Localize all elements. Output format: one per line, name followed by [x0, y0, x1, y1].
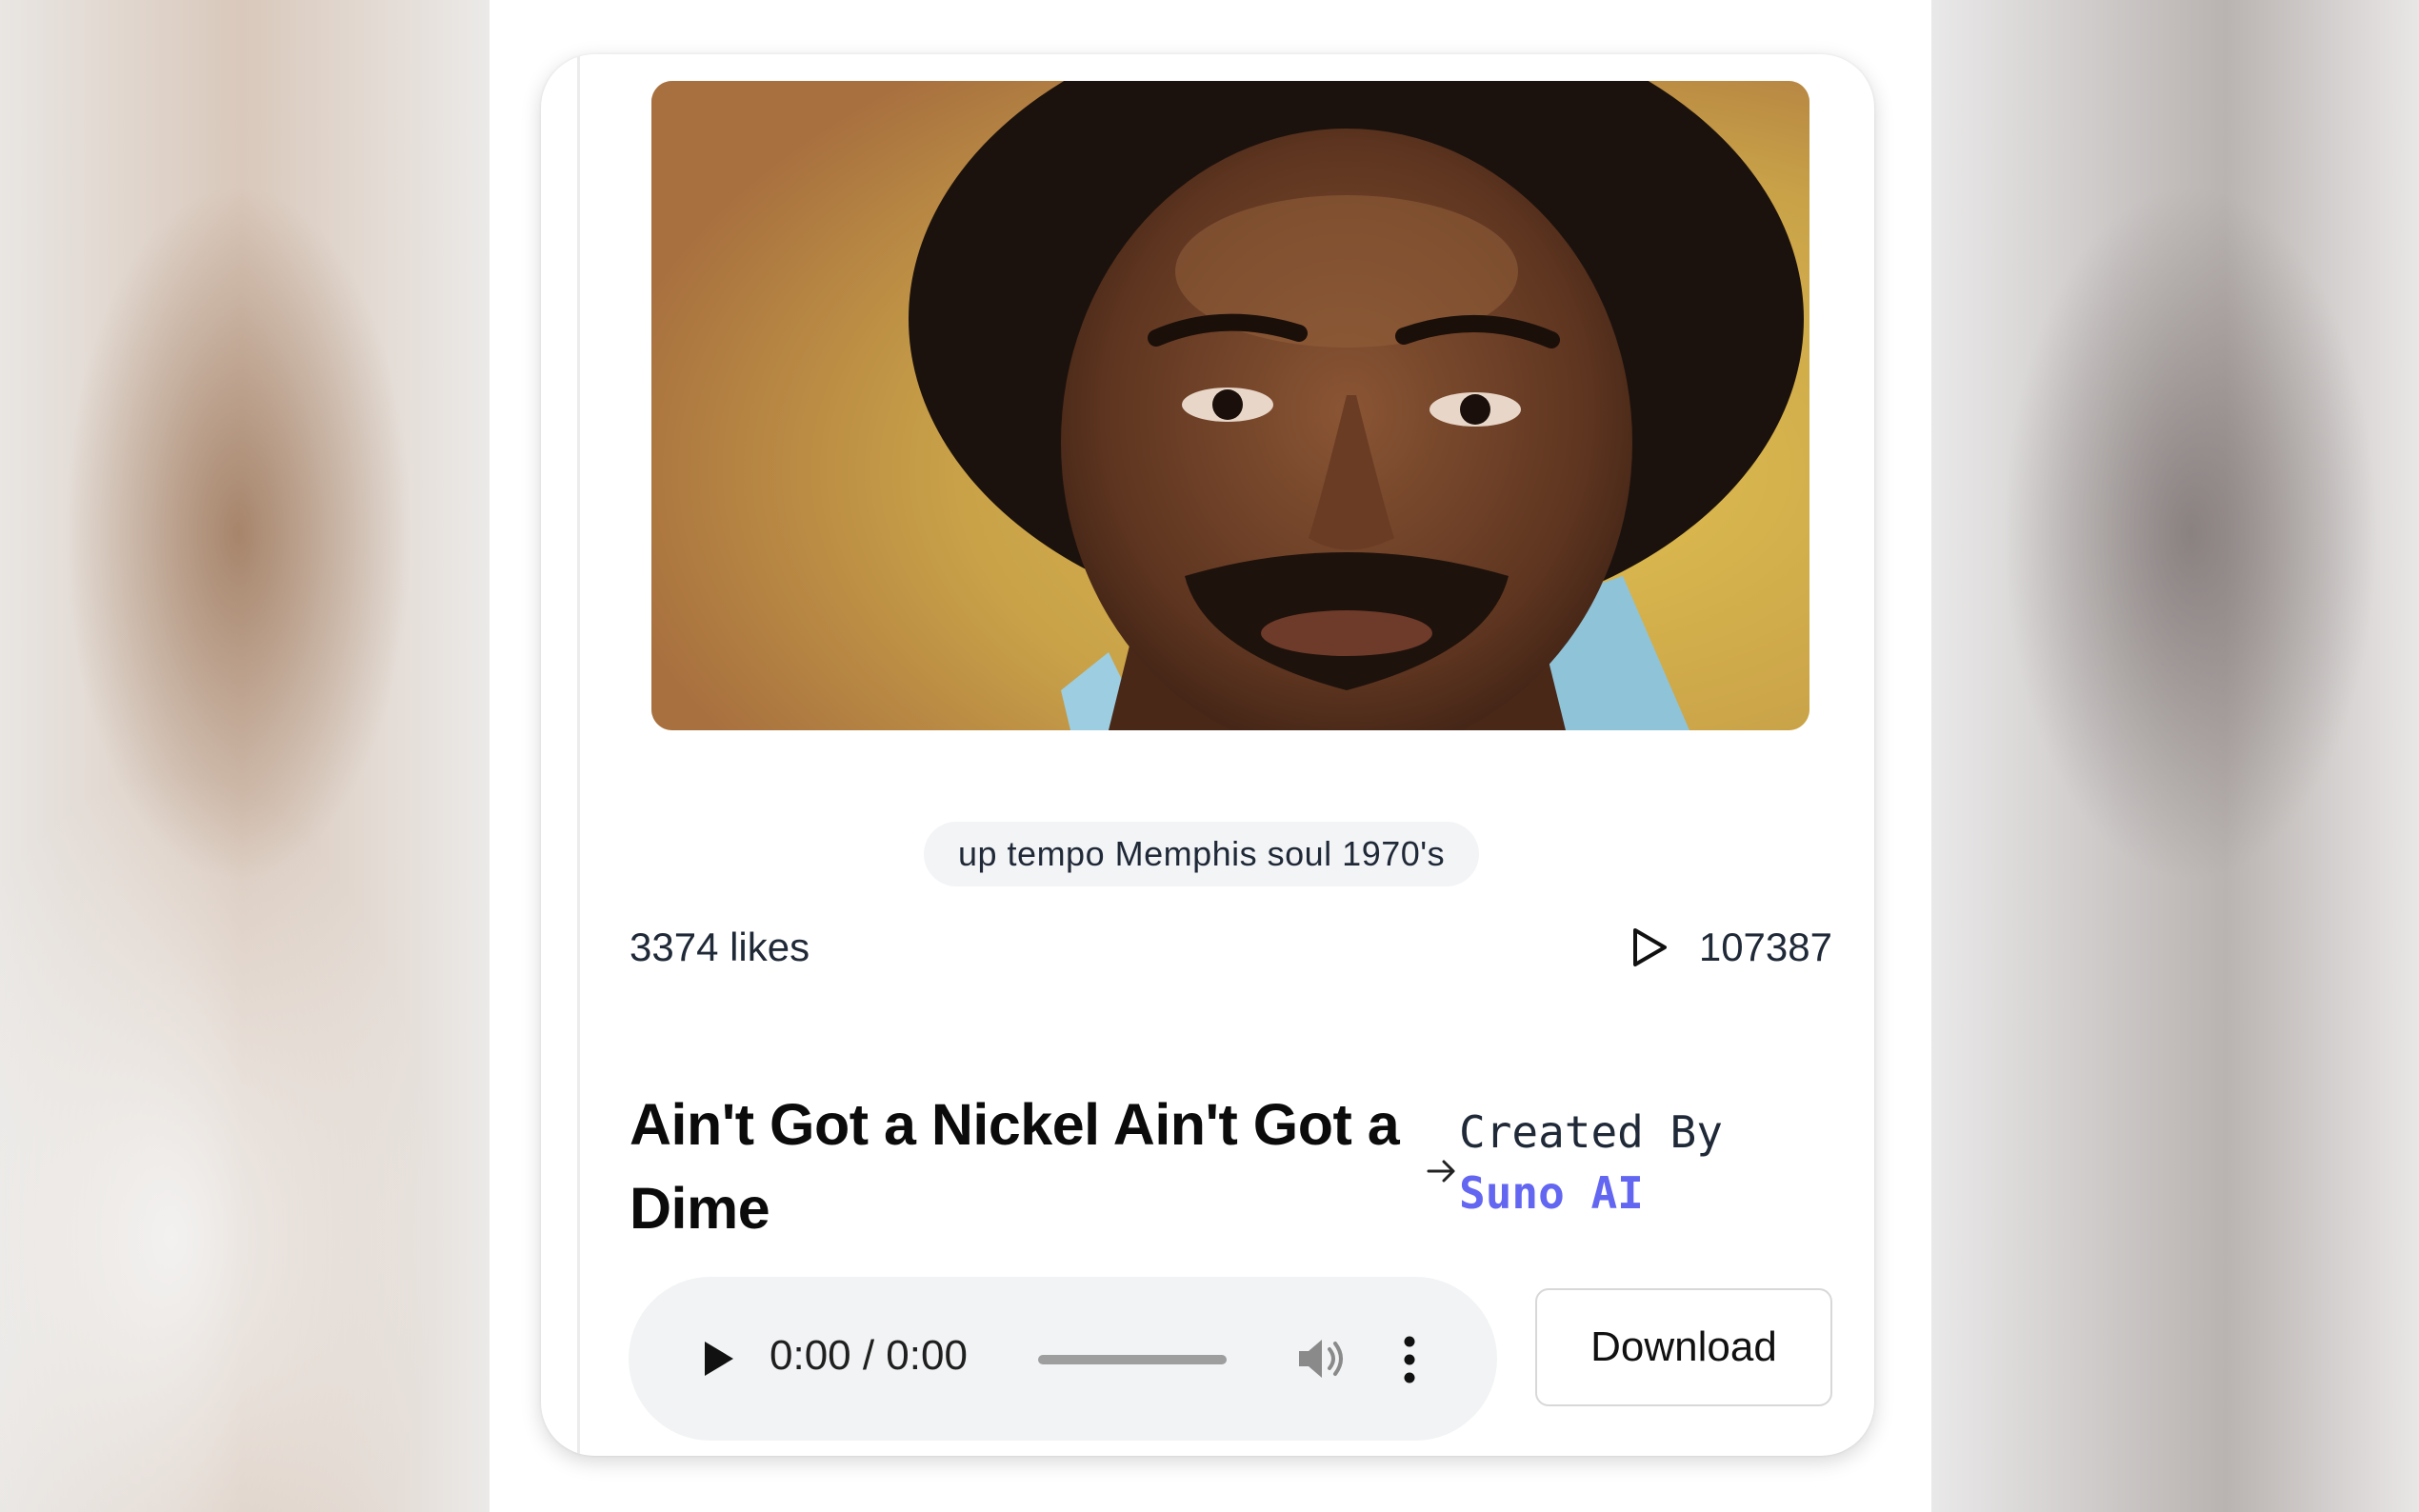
- play-outline-icon: [1632, 928, 1667, 966]
- arrow-right-icon: [1427, 1160, 1455, 1183]
- song-card: up tempo Memphis soul 1970's 3374 likes …: [541, 54, 1874, 1456]
- created-by-label: Created By: [1459, 1106, 1723, 1158]
- likes-count: 3374 likes: [630, 925, 810, 969]
- download-button[interactable]: Download: [1535, 1288, 1832, 1406]
- song-title: Ain't Got a Nickel Ain't Got a Dime: [630, 1092, 1400, 1241]
- more-options-button[interactable]: [1398, 1334, 1421, 1385]
- cover-art-image: [651, 81, 1809, 730]
- play-button[interactable]: [691, 1334, 741, 1383]
- volume-button[interactable]: [1295, 1334, 1349, 1383]
- audio-player: 0:00 / 0:00: [629, 1277, 1497, 1441]
- card-divider: [577, 54, 580, 1456]
- player-time: 0:00 / 0:00: [770, 1332, 968, 1379]
- style-tag-chip[interactable]: up tempo Memphis soul 1970's: [924, 822, 1480, 886]
- creator-block: Created By Suno AI: [1427, 1102, 1723, 1224]
- progress-slider[interactable]: [1038, 1355, 1227, 1364]
- plays-value: 107387: [1698, 925, 1832, 969]
- creator-link[interactable]: Suno AI: [1459, 1163, 1723, 1224]
- plays-count: 107387: [1629, 925, 1832, 970]
- cover-art-portrait: [651, 81, 1809, 730]
